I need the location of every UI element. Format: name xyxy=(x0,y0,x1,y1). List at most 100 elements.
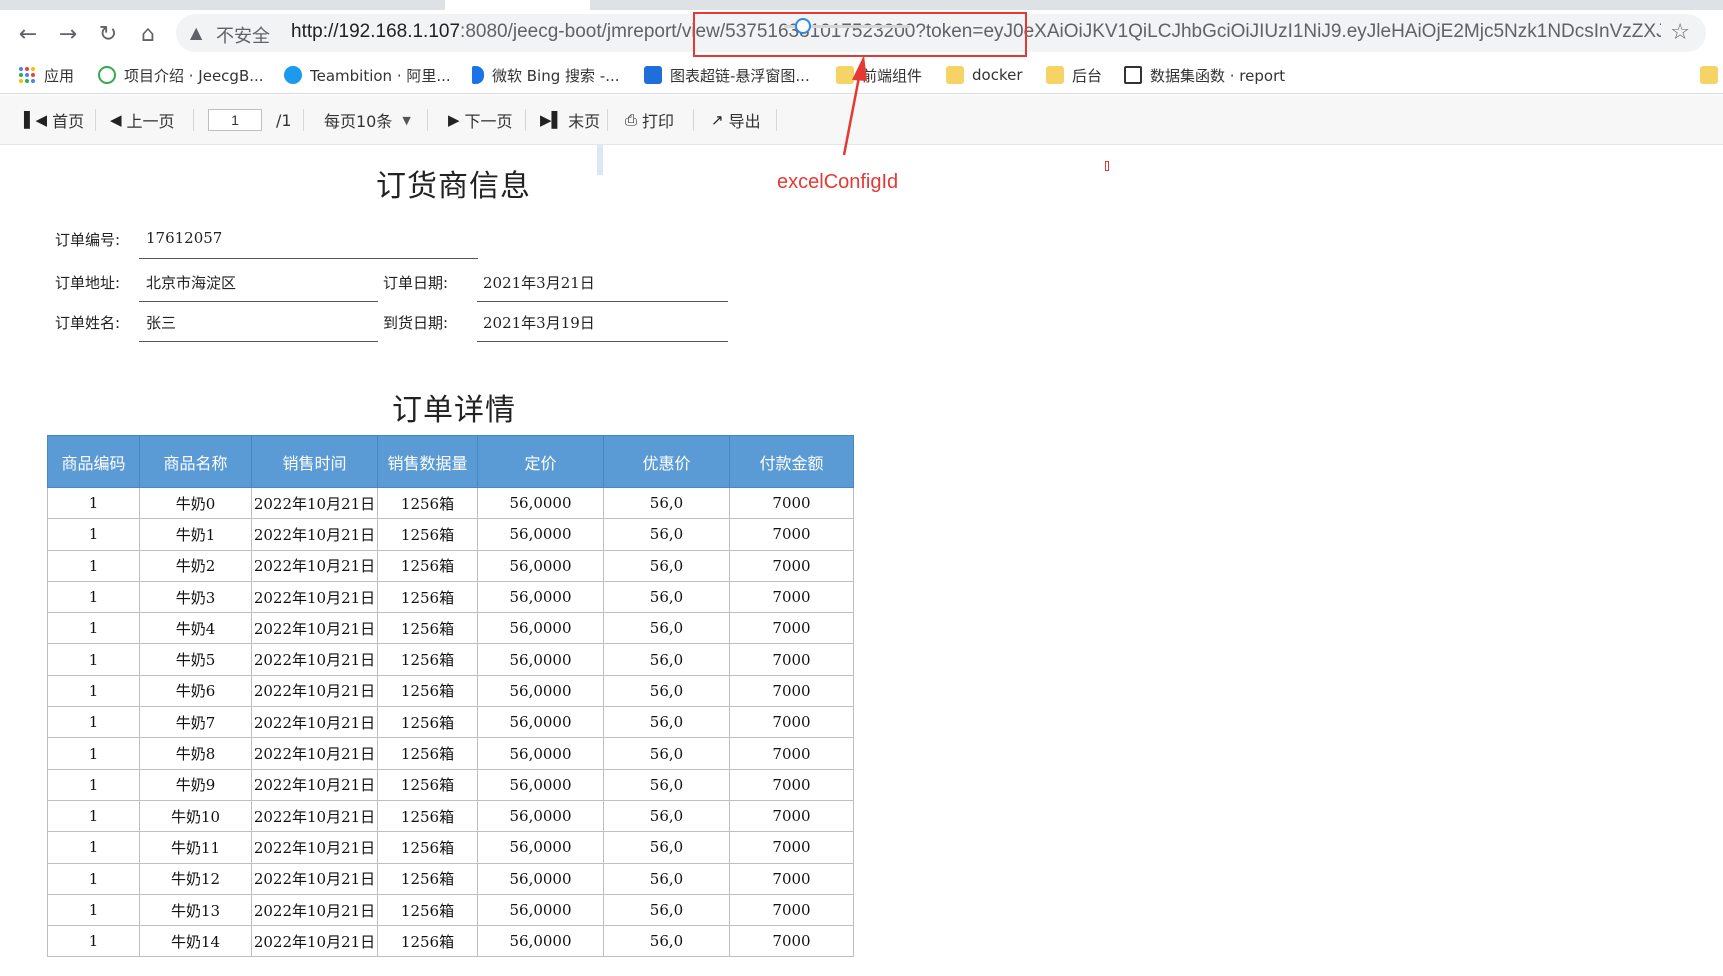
table-cell: 1256箱 xyxy=(377,706,478,739)
underline xyxy=(477,341,728,342)
table-cell: 1 xyxy=(47,486,140,520)
table-cell: 1256箱 xyxy=(377,831,478,864)
bookmark-overflow[interactable] xyxy=(1700,62,1723,88)
print-button[interactable]: ⎙ 打印 xyxy=(625,108,674,132)
detail-title: 订单详情 xyxy=(392,393,516,428)
table-cell: 56,0 xyxy=(603,799,730,833)
prev-page-button[interactable]: ◀ 上一页 xyxy=(110,108,175,132)
next-page-icon: ▶ xyxy=(448,111,460,129)
table-cell: 牛奶8 xyxy=(139,737,252,770)
table-cell: 牛奶5 xyxy=(139,643,252,676)
table-cell: 1256箱 xyxy=(377,580,478,614)
column-header: 付款金额 xyxy=(729,435,854,488)
bookmark-report[interactable]: 数据集函数 · report xyxy=(1124,62,1285,88)
last-page-icon: ▶▌ xyxy=(540,111,564,129)
table-cell: 1 xyxy=(47,862,140,895)
last-page-button[interactable]: ▶▌ 末页 xyxy=(540,108,600,132)
table-row: 1 牛奶10 2022年10月21日 1256箱 56,0000 56,0 7000 xyxy=(47,799,854,833)
next-page-button[interactable]: ▶ 下一页 xyxy=(448,108,513,132)
toolbar-divider xyxy=(95,109,96,131)
back-icon[interactable]: ← xyxy=(14,20,42,48)
table-cell: 56,0 xyxy=(603,612,730,645)
table-cell: 7000 xyxy=(729,768,854,801)
arrival-date-label: 到货日期: xyxy=(383,314,449,332)
table-cell: 1 xyxy=(47,518,140,551)
table-row: 1 牛奶12 2022年10月21日 1256箱 56,0000 56,0 7000 xyxy=(47,862,854,895)
chevron-down-icon: ▼ xyxy=(402,113,411,127)
table-cell: 56,0 xyxy=(603,580,730,614)
table-cell: 7000 xyxy=(729,925,854,958)
table-cell: 2022年10月21日 xyxy=(251,893,378,927)
star-icon[interactable]: ☆ xyxy=(1670,20,1690,45)
page-size-select[interactable]: 每页10条 ▼ xyxy=(324,108,411,132)
folder-icon xyxy=(1046,66,1064,84)
table-cell: 2022年10月21日 xyxy=(251,580,378,614)
table-cell: 7000 xyxy=(729,643,854,676)
table-cell: 56,0000 xyxy=(477,549,604,582)
table-cell: 56,0000 xyxy=(477,643,604,676)
bookmark-label: 微软 Bing 搜索 -... xyxy=(492,66,620,85)
table-cell: 1 xyxy=(47,831,140,864)
table-cell: 7000 xyxy=(729,737,854,770)
table-cell: 牛奶13 xyxy=(139,893,252,927)
last-page-label: 末页 xyxy=(568,112,601,131)
page-number-input[interactable]: 1 xyxy=(208,109,262,131)
printer-icon: ⎙ xyxy=(625,111,638,129)
table-cell: 1256箱 xyxy=(377,549,478,582)
underline xyxy=(477,301,728,302)
table-cell: 7000 xyxy=(729,799,854,833)
bookmark-folder-docker[interactable]: docker xyxy=(946,62,1023,88)
table-cell: 1 xyxy=(47,799,140,833)
forward-icon[interactable]: → xyxy=(54,20,82,48)
table-row: 1 牛奶11 2022年10月21日 1256箱 56,0000 56,0 7000 xyxy=(47,831,854,864)
table-row: 1 牛奶5 2022年10月21日 1256箱 56,0000 56,0 7000 xyxy=(47,643,854,676)
order-date-label: 订单日期: xyxy=(383,274,449,292)
first-page-label: 首页 xyxy=(52,112,85,131)
table-cell: 56,0000 xyxy=(477,768,604,801)
first-page-button[interactable]: ▌◀ 首页 xyxy=(24,108,84,132)
toolbar-divider xyxy=(693,109,694,131)
table-cell: 56,0 xyxy=(603,549,730,582)
bookmark-bing[interactable]: 微软 Bing 搜索 -... xyxy=(472,62,620,88)
table-cell: 1 xyxy=(47,893,140,927)
bookmark-jeecg[interactable]: 项目介绍 · JeecgB... xyxy=(98,62,264,88)
table-cell: 牛奶2 xyxy=(139,549,252,582)
bookmark-apps[interactable]: 应用 xyxy=(18,62,74,88)
warning-icon[interactable]: ▲ xyxy=(190,23,202,42)
table-cell: 1256箱 xyxy=(377,612,478,645)
table-cell: 牛奶4 xyxy=(139,612,252,645)
table-cell: 2022年10月21日 xyxy=(251,925,378,958)
active-tab[interactable] xyxy=(445,0,590,10)
fanruan-icon xyxy=(644,66,662,84)
table-cell: 56,0000 xyxy=(477,486,604,520)
bookmark-fanruan[interactable]: 图表超链-悬浮窗图... xyxy=(644,62,810,88)
table-cell: 2022年10月21日 xyxy=(251,486,378,520)
table-cell: 1256箱 xyxy=(377,674,478,708)
home-icon[interactable]: ⌂ xyxy=(134,20,162,48)
table-row: 1 牛奶4 2022年10月21日 1256箱 56,0000 56,0 7000 xyxy=(47,612,854,645)
table-cell: 2022年10月21日 xyxy=(251,831,378,864)
bookmark-folder-backend[interactable]: 后台 xyxy=(1046,62,1102,88)
print-label: 打印 xyxy=(642,112,675,131)
table-header-row: 商品编码 商品名称 销售时间 销售数据量 定价 优惠价 付款金额 xyxy=(47,435,854,488)
prev-page-label: 上一页 xyxy=(126,112,175,131)
table-cell: 牛奶14 xyxy=(139,925,252,958)
table-cell: 56,0000 xyxy=(477,737,604,770)
insecure-label[interactable]: 不安全 xyxy=(216,22,270,48)
table-cell: 1256箱 xyxy=(377,486,478,520)
table-cell: 2022年10月21日 xyxy=(251,799,378,833)
table-cell: 56,0000 xyxy=(477,518,604,551)
table-cell: 牛奶7 xyxy=(139,706,252,739)
export-button[interactable]: ↗ 导出 xyxy=(711,108,761,132)
order-address-value: 北京市海淀区 xyxy=(146,274,237,292)
annotation-arrow-icon xyxy=(842,55,867,156)
bookmark-teambition[interactable]: Teambition · 阿里... xyxy=(284,62,451,88)
table-cell: 2022年10月21日 xyxy=(251,737,378,770)
column-header: 销售时间 xyxy=(251,435,378,488)
table-cell: 1 xyxy=(47,674,140,708)
prev-page-icon: ◀ xyxy=(110,111,122,129)
order-number-value: 17612057 xyxy=(146,229,223,247)
tab-strip xyxy=(0,0,1723,10)
table-cell: 1256箱 xyxy=(377,893,478,927)
reload-icon[interactable]: ↻ xyxy=(94,20,122,48)
